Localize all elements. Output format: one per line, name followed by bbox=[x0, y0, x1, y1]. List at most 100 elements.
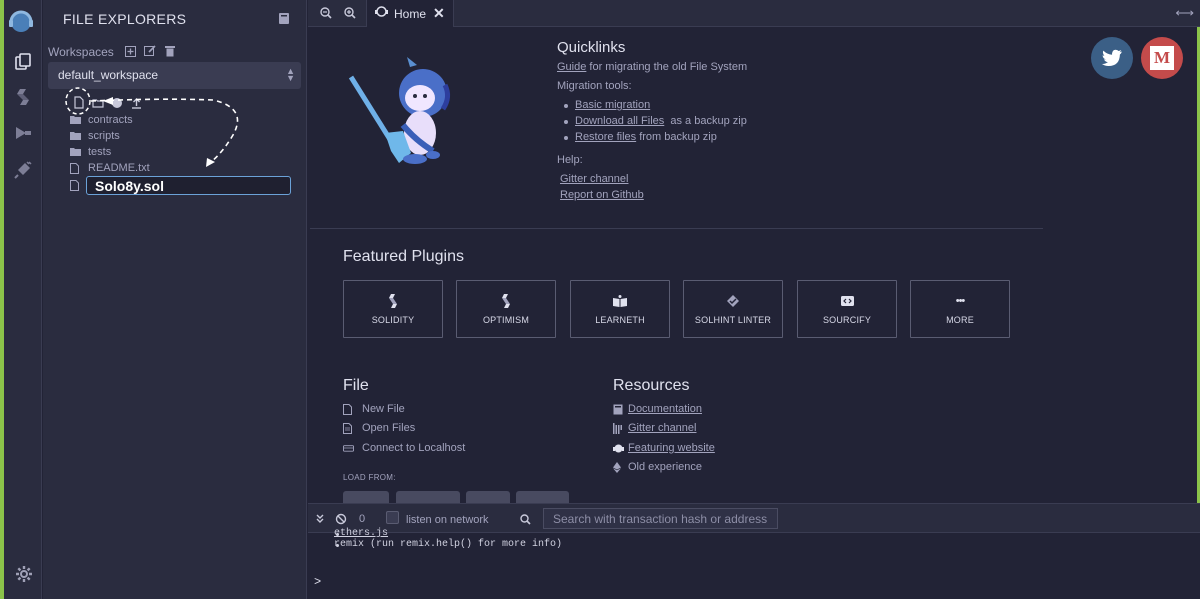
plugin-more-button[interactable]: ••• MORE bbox=[910, 280, 1010, 338]
close-icon[interactable]: ✕ bbox=[433, 5, 445, 22]
listen-network-checkbox[interactable] bbox=[386, 511, 399, 524]
gitter-resource-link-text[interactable]: Gitter channel bbox=[628, 422, 696, 434]
plugin-sourcify-button[interactable]: SOURCIFY bbox=[797, 280, 897, 338]
bullet-dot bbox=[564, 120, 568, 124]
guide-line: Guide for migrating the old File System bbox=[557, 61, 747, 73]
tree-item-folder[interactable]: contracts bbox=[70, 112, 133, 128]
featuring-website-link[interactable]: Featuring website bbox=[613, 442, 715, 454]
documentation-link[interactable]: Documentation bbox=[613, 403, 702, 415]
book-icon bbox=[613, 404, 624, 415]
upload-file-icon[interactable] bbox=[130, 96, 142, 109]
deploy-run-icon[interactable] bbox=[11, 121, 35, 145]
home-remix-icon bbox=[375, 5, 388, 23]
publish-github-icon[interactable] bbox=[111, 96, 123, 109]
old-experience-link[interactable]: Old experience bbox=[613, 461, 702, 473]
twitter-button[interactable] bbox=[1091, 37, 1133, 79]
report-github-link-text[interactable]: Report on Github bbox=[560, 189, 644, 201]
gitter-channel-link-text[interactable]: Gitter channel bbox=[560, 173, 628, 185]
tree-item-label: contracts bbox=[88, 114, 133, 126]
search-icon bbox=[519, 513, 531, 525]
load-from-label: LOAD FROM: bbox=[343, 473, 396, 482]
new-file-action[interactable]: New File bbox=[343, 403, 405, 415]
old-experience-label: Old experience bbox=[628, 461, 702, 473]
file-explorer-icon[interactable] bbox=[11, 50, 35, 74]
create-workspace-icon[interactable] bbox=[123, 44, 137, 58]
plugin-optimism-button[interactable]: OPTIMISM bbox=[456, 280, 556, 338]
load-github-button[interactable] bbox=[396, 491, 460, 503]
transaction-search-input[interactable] bbox=[543, 508, 778, 529]
gitter-channel-link[interactable]: Gitter channel bbox=[560, 173, 628, 185]
open-file-icon bbox=[343, 422, 354, 434]
editor-tab-bar: Home ✕ ⟷ bbox=[308, 0, 1200, 27]
twitter-bird-icon bbox=[1101, 49, 1122, 66]
plugin-label: SOLIDITY bbox=[371, 314, 415, 325]
load-ipfs-button[interactable] bbox=[466, 491, 510, 503]
download-text: as a backup zip bbox=[664, 115, 747, 127]
tab-home[interactable]: Home ✕ bbox=[366, 0, 454, 27]
plugin-label: MORE bbox=[946, 314, 974, 325]
plugin-solhint-button[interactable]: SOLHINT LINTER bbox=[683, 280, 783, 338]
solhint-icon bbox=[726, 294, 740, 308]
gitter-resource-link[interactable]: Gitter channel bbox=[613, 422, 696, 434]
pending-tx-count: 0 bbox=[359, 513, 366, 525]
tree-item-folder[interactable]: tests bbox=[70, 144, 111, 160]
zoom-out-icon[interactable] bbox=[319, 6, 333, 20]
terminal-line: remix (run remix.help() for more info) bbox=[334, 539, 563, 550]
connect-localhost-action[interactable]: Connect to Localhost bbox=[343, 442, 465, 454]
zoom-in-icon[interactable] bbox=[343, 6, 357, 20]
folder-icon bbox=[70, 115, 81, 126]
folder-icon bbox=[70, 147, 81, 158]
new-file-name-input[interactable] bbox=[86, 176, 291, 195]
report-github-link[interactable]: Report on Github bbox=[560, 189, 644, 201]
expand-panel-icon[interactable]: ⟷ bbox=[1175, 5, 1194, 21]
plugin-label: SOLHINT LINTER bbox=[694, 314, 772, 325]
basic-migration-link[interactable]: Basic migration bbox=[575, 99, 650, 111]
basic-migration-link-text[interactable]: Basic migration bbox=[575, 99, 650, 111]
remix-mascot-illustration bbox=[348, 57, 451, 164]
quicklinks-title: Quicklinks bbox=[557, 39, 626, 56]
solidity-compiler-icon[interactable] bbox=[11, 85, 35, 109]
medium-icon: M bbox=[1150, 46, 1174, 70]
guide-link[interactable]: Guide bbox=[557, 61, 586, 73]
documentation-book-icon[interactable] bbox=[278, 12, 290, 25]
tree-item-label: README.txt bbox=[88, 162, 150, 174]
plugin-label: SOURCIFY bbox=[822, 314, 872, 325]
new-file-icon[interactable] bbox=[73, 96, 85, 109]
medium-button[interactable]: M bbox=[1141, 37, 1183, 79]
resources-title: Resources bbox=[613, 377, 690, 394]
learneth-book-icon bbox=[613, 294, 627, 308]
workspace-select[interactable]: default_workspace ▲ ▼ bbox=[48, 62, 301, 89]
rename-workspace-icon[interactable] bbox=[143, 44, 157, 58]
bullet-dot bbox=[564, 104, 568, 108]
terminal-line: ethers.js bbox=[334, 528, 389, 539]
new-folder-icon[interactable] bbox=[92, 96, 104, 109]
remix-logo-icon[interactable] bbox=[7, 8, 35, 36]
restore-text: from backup zip bbox=[636, 131, 717, 143]
documentation-link-text[interactable]: Documentation bbox=[628, 403, 702, 415]
hdd-icon bbox=[343, 443, 354, 454]
connect-localhost-label: Connect to Localhost bbox=[362, 442, 466, 454]
file-icon bbox=[70, 179, 81, 191]
featuring-website-link-text[interactable]: Featuring website bbox=[628, 442, 715, 454]
collapse-terminal-icon[interactable] bbox=[314, 513, 326, 525]
terminal-prompt[interactable]: > bbox=[314, 575, 321, 589]
tree-item-folder[interactable]: scripts bbox=[70, 128, 120, 144]
plugin-learneth-button[interactable]: LEARNETH bbox=[570, 280, 670, 338]
plugin-label: LEARNETH bbox=[595, 314, 645, 325]
open-files-action[interactable]: Open Files bbox=[343, 422, 415, 434]
folder-icon bbox=[70, 131, 81, 142]
load-https-button[interactable] bbox=[516, 491, 569, 503]
settings-gear-icon[interactable] bbox=[15, 565, 33, 583]
load-gist-button[interactable] bbox=[343, 491, 389, 503]
restore-files-link[interactable]: Restore files bbox=[575, 131, 636, 143]
clear-console-icon[interactable] bbox=[335, 513, 347, 525]
tree-item-file[interactable]: README.txt bbox=[70, 160, 150, 176]
restore-line: Restore files from backup zip bbox=[575, 131, 717, 143]
delete-workspace-icon[interactable] bbox=[163, 44, 177, 58]
new-file-label: New File bbox=[362, 403, 405, 415]
plugin-manager-icon[interactable] bbox=[11, 158, 35, 182]
file-section-title: File bbox=[343, 377, 369, 394]
download-files-link[interactable]: Download all Files bbox=[575, 115, 664, 127]
plugin-solidity-button[interactable]: SOLIDITY bbox=[343, 280, 443, 338]
terminal-output: ethers.js remix (run remix.help() for mo… bbox=[308, 528, 1200, 599]
